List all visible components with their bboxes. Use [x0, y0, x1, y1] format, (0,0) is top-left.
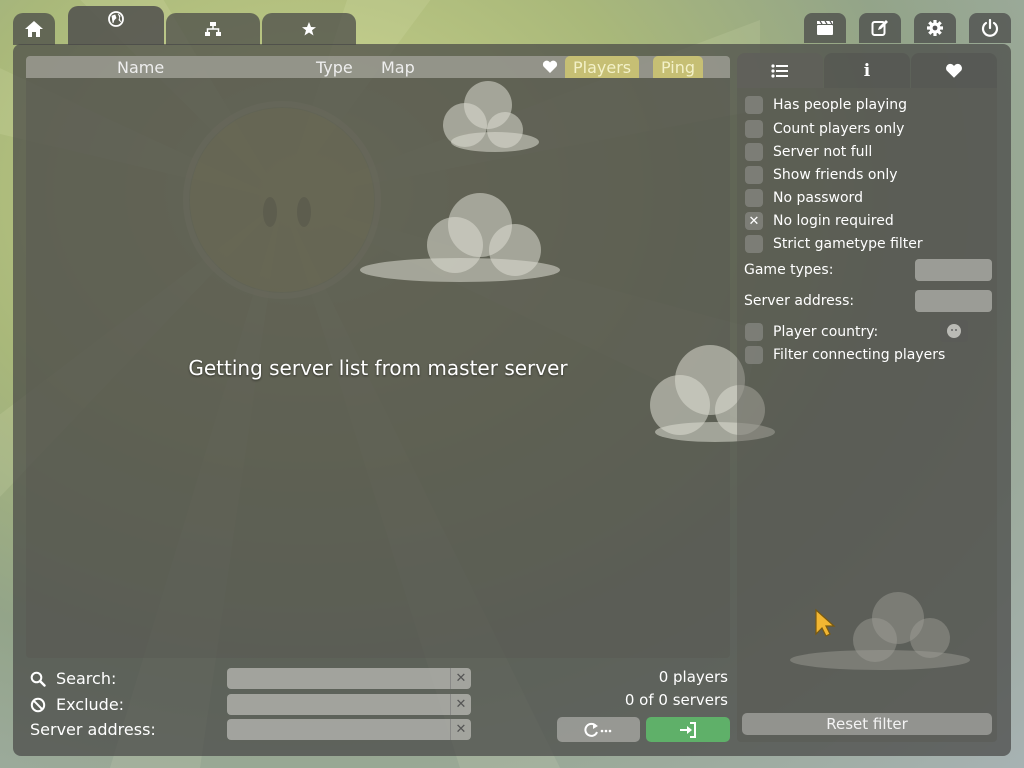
column-map[interactable]: Map [381, 58, 415, 77]
clapperboard-icon [817, 20, 833, 35]
heart-icon [946, 63, 962, 78]
filter-player-country[interactable]: Player country: [745, 322, 878, 342]
search-label-row: Search: [30, 669, 116, 688]
server-address-filter-input[interactable] [915, 290, 992, 312]
loading-status: Getting server list from master server [188, 356, 568, 380]
list-icon [771, 63, 788, 78]
players-count: 0 players [658, 668, 728, 686]
checkbox[interactable] [745, 120, 763, 138]
filter-connecting-players[interactable]: Filter connecting players [745, 345, 945, 365]
gear-icon [927, 20, 943, 36]
filter-count-players-only[interactable]: Count players only [745, 119, 904, 139]
game-types-label: Game types: [744, 262, 834, 278]
exclude-input[interactable]: ✕ [227, 694, 471, 715]
checkbox[interactable] [745, 235, 763, 253]
server-address-filter-label: Server address: [744, 293, 855, 309]
filter-strict-gametype[interactable]: Strict gametype filter [745, 234, 923, 254]
country-flag-button[interactable] [940, 320, 968, 342]
x-mark-icon: ✕ [748, 213, 760, 229]
server-address-input[interactable]: ✕ [227, 719, 471, 740]
checkbox-checked[interactable]: ✕ [745, 212, 763, 230]
clear-address-button[interactable]: ✕ [450, 719, 471, 740]
clear-search-button[interactable]: ✕ [450, 668, 471, 689]
heart-icon [542, 60, 558, 73]
star-icon [302, 22, 316, 36]
demos-button[interactable] [804, 13, 846, 43]
lan-tab[interactable] [166, 13, 260, 45]
clear-exclude-button[interactable]: ✕ [450, 694, 471, 715]
home-icon [25, 21, 43, 37]
search-input[interactable]: ✕ [227, 668, 471, 689]
search-icon [30, 671, 46, 687]
filter-show-friends-only[interactable]: Show friends only [745, 165, 898, 185]
column-ping[interactable]: Ping [653, 56, 704, 78]
favorites-tab[interactable] [262, 13, 356, 45]
exclude-label-row: Exclude: [30, 695, 124, 714]
checkbox[interactable] [745, 143, 763, 161]
checkbox[interactable] [745, 323, 763, 341]
servers-count: 0 of 0 servers [624, 691, 728, 709]
quit-button[interactable] [969, 13, 1011, 43]
server-address-label: Server address: [30, 720, 156, 739]
reset-filter-button[interactable]: Reset filter [742, 713, 992, 735]
home-tab[interactable] [13, 13, 55, 45]
refresh-icon [583, 722, 611, 737]
sign-in-icon [680, 721, 696, 738]
cloud-decoration [443, 81, 539, 152]
filter-server-not-full[interactable]: Server not full [745, 142, 872, 162]
column-type[interactable]: Type [316, 58, 353, 77]
ban-icon [30, 697, 46, 712]
flag-icon [947, 324, 961, 338]
game-types-input[interactable] [915, 259, 992, 281]
exclude-label: Exclude: [56, 695, 125, 714]
power-icon [981, 19, 999, 37]
column-favorite[interactable] [542, 59, 558, 78]
settings-button[interactable] [914, 13, 956, 43]
filter-no-login-required[interactable]: ✕ No login required [745, 211, 894, 231]
mouse-cursor [815, 608, 836, 637]
checkbox[interactable] [745, 96, 763, 114]
info-icon: i [863, 60, 871, 81]
cloud-decoration [360, 193, 560, 282]
connect-button[interactable] [646, 717, 730, 742]
edit-icon [871, 20, 888, 36]
filter-panel [737, 88, 997, 742]
checkbox[interactable] [745, 166, 763, 184]
filter-no-password[interactable]: No password [745, 188, 863, 208]
checkbox[interactable] [745, 346, 763, 364]
editor-button[interactable] [859, 13, 901, 43]
filter-has-people-playing[interactable]: Has people playing [745, 95, 907, 115]
network-icon [205, 22, 221, 36]
server-list-header: Name Type Map Players Ping [26, 56, 730, 78]
column-name[interactable]: Name [117, 58, 164, 77]
refresh-button[interactable] [557, 717, 640, 742]
checkbox[interactable] [745, 189, 763, 207]
server-list[interactable]: Name Type Map Players Ping Getting serve… [26, 56, 730, 658]
column-players[interactable]: Players [565, 56, 640, 78]
tab-friends[interactable] [911, 53, 997, 88]
tab-info[interactable]: i [824, 53, 910, 88]
internet-tab[interactable] [68, 6, 164, 45]
tab-filter[interactable] [737, 53, 823, 88]
globe-icon [108, 10, 124, 27]
search-label: Search: [56, 669, 117, 688]
